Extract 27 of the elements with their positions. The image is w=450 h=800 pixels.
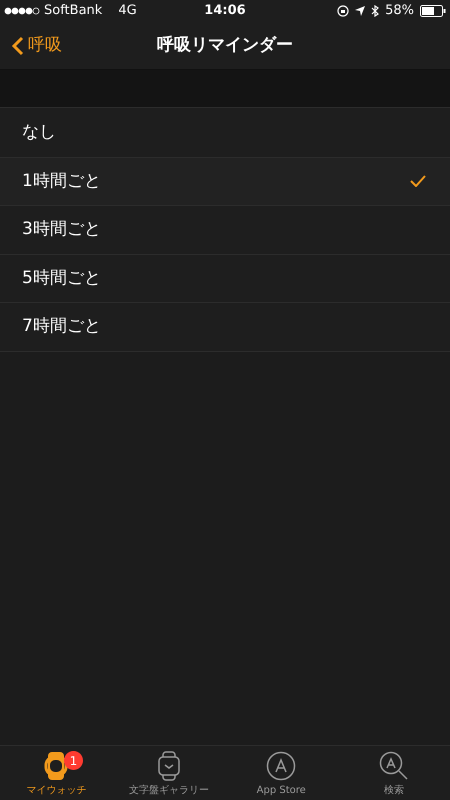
location-arrow-icon: [355, 6, 366, 16]
tab-item[interactable]: 文字盤ギャラリー: [112, 746, 225, 800]
tab-item[interactable]: 検索: [338, 746, 450, 800]
carrier-name: SoftBank: [44, 2, 102, 20]
tab-item[interactable]: 1 マイウォッチ: [0, 746, 112, 800]
app-store-icon: [266, 751, 296, 781]
back-button[interactable]: 呼吸: [0, 32, 62, 58]
clock-time: 14:06: [204, 2, 246, 20]
watch-icon: [43, 751, 70, 781]
network-type: 4G: [118, 2, 137, 20]
battery-percent: 58%: [385, 2, 414, 20]
checkmark-icon: [410, 175, 426, 188]
notification-badge: 1: [64, 751, 83, 770]
option-row[interactable]: 1時間ごと: [0, 156, 450, 205]
signal-icon: [4, 7, 40, 15]
rotation-lock-icon: [337, 5, 350, 17]
tab-item[interactable]: App Store: [225, 746, 338, 800]
watch-face-icon: [156, 751, 181, 781]
back-chevron-icon: [12, 36, 24, 56]
battery-icon: [420, 5, 446, 17]
page-title: 呼吸リマインダー: [157, 34, 293, 57]
option-row[interactable]: 5時間ごと: [0, 254, 450, 302]
bluetooth-icon: [371, 5, 380, 17]
option-row[interactable]: 7時間ごと: [0, 302, 450, 350]
search-icon: [378, 751, 409, 781]
option-row[interactable]: なし: [0, 108, 450, 156]
option-row[interactable]: 3時間ごと: [0, 205, 450, 254]
